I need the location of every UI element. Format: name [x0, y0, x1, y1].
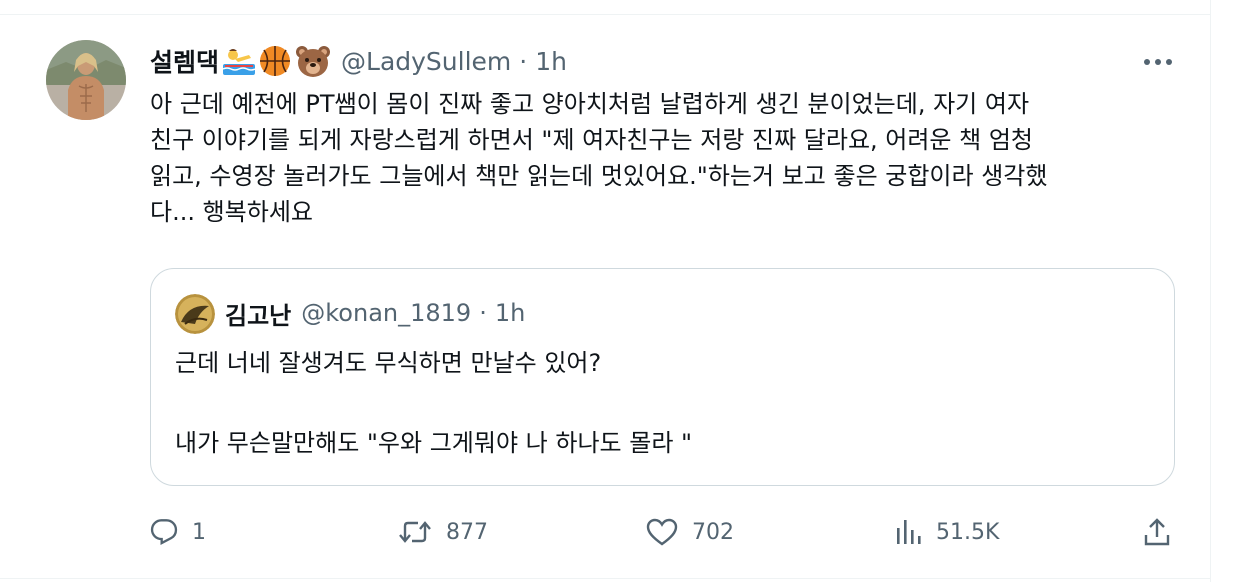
separator-dot: · [519, 46, 528, 76]
reply-icon [150, 518, 178, 546]
display-name[interactable]: 설렘댁 [150, 43, 219, 79]
share-button[interactable] [1142, 512, 1172, 552]
quoted-tweet[interactable]: 김고난 @konan_1819 · 1h 근데 너네 잘생겨도 무식하면 만날수… [150, 268, 1175, 486]
quoted-avatar[interactable] [175, 294, 215, 334]
more-button[interactable] [1140, 50, 1176, 74]
tweet-text: 아 근데 예전에 PT쌤이 몸이 진짜 좋고 양아치처럼 날렵하게 생긴 분이었… [150, 90, 1048, 226]
reply-button[interactable]: 1 [150, 512, 206, 552]
quoted-header: 김고난 @konan_1819 · 1h [225, 295, 525, 331]
more-dots-icon [1143, 58, 1173, 66]
person-swimming-emoji [223, 47, 256, 75]
bear-face-emoji [295, 44, 331, 78]
basketball-emoji [259, 45, 291, 77]
repost-button[interactable]: 877 [398, 512, 488, 552]
quoted-text-line: 근데 너네 잘생겨도 무식하면 만날수 있어? [175, 349, 602, 377]
quoted-handle[interactable]: @konan_1819 [301, 299, 471, 327]
quoted-separator-dot: · [479, 299, 487, 327]
share-icon [1142, 517, 1172, 547]
repost-count: 877 [446, 519, 488, 545]
timestamp[interactable]: 1h [535, 47, 567, 76]
bottom-divider [0, 578, 1210, 579]
quoted-text-line: 내가 무슨말만해도 "우와 그게뭐야 나 하나도 몰라 " [175, 429, 693, 457]
avatar[interactable] [46, 40, 126, 120]
like-count: 702 [692, 519, 734, 545]
heart-icon [646, 518, 678, 546]
reply-count: 1 [192, 519, 206, 545]
quoted-display-name[interactable]: 김고난 [225, 296, 291, 331]
timeline-right-border [1210, 0, 1211, 582]
repost-icon [398, 518, 432, 546]
like-button[interactable]: 702 [646, 512, 734, 552]
top-divider [0, 14, 1210, 15]
tweet-header: 설렘댁 @LadySullem · 1h [150, 42, 567, 80]
handle[interactable]: @LadySullem [341, 47, 511, 76]
views-count: 51.5K [936, 519, 1000, 545]
quoted-timestamp[interactable]: 1h [495, 299, 525, 327]
views-chart-icon [894, 518, 922, 546]
views-button[interactable]: 51.5K [894, 512, 999, 552]
